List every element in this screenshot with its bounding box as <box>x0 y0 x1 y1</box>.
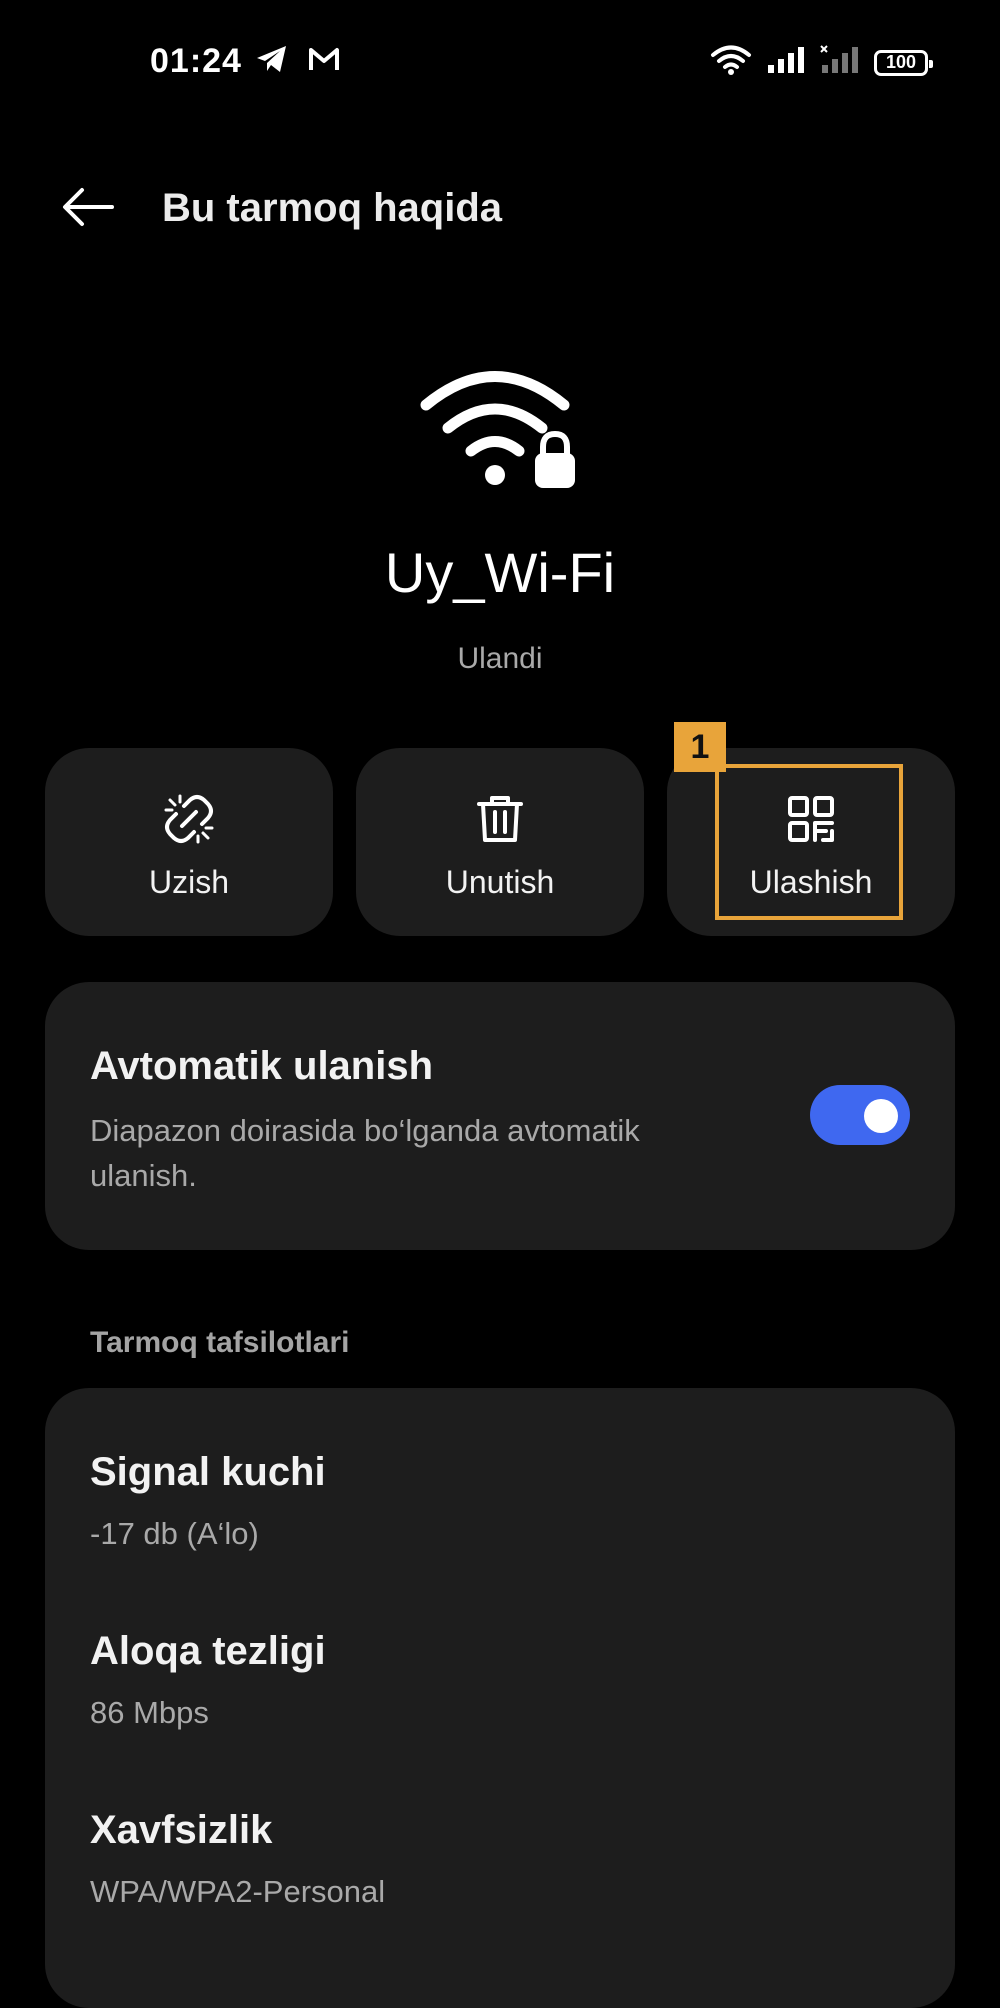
section-header-network-details: Tarmoq tafsilotlari <box>90 1326 350 1359</box>
forget-label: Unutish <box>445 863 555 900</box>
share-button[interactable]: Ulashish <box>667 748 955 936</box>
auto-connect-toggle[interactable] <box>810 1085 910 1145</box>
signal-strength-title: Signal kuchi <box>90 1450 326 1494</box>
gmail-icon <box>307 45 341 78</box>
toggle-knob <box>864 1099 898 1133</box>
wifi-lock-icon <box>418 370 588 495</box>
signal-nosim-icon <box>820 45 860 80</box>
link-speed-title: Aloqa tezligi <box>90 1629 326 1673</box>
disconnect-button[interactable]: Uzish <box>45 748 333 936</box>
telegram-icon <box>255 44 289 79</box>
page-title: Bu tarmoq haqida <box>162 186 503 230</box>
signal-icon <box>766 45 806 80</box>
status-icons-right: 100 <box>710 44 933 81</box>
status-icons-left <box>255 44 341 79</box>
battery-icon: 100 <box>874 49 933 76</box>
security-title: Xavfsizlik <box>90 1808 273 1852</box>
wifi-icon <box>710 44 752 81</box>
network-status: Ulandi <box>457 642 543 675</box>
qr-code-icon <box>784 792 838 846</box>
forget-button[interactable]: Unutish <box>356 748 644 936</box>
unlink-icon <box>162 792 216 846</box>
arrow-left-icon <box>60 188 116 233</box>
trash-icon <box>473 792 527 846</box>
link-speed-value: 86 Mbps <box>90 1695 209 1730</box>
disconnect-label: Uzish <box>148 863 229 900</box>
back-button[interactable] <box>60 185 120 235</box>
status-time: 01:24 <box>150 42 242 80</box>
security-value: WPA/WPA2-Personal <box>90 1874 386 1909</box>
auto-connect-title: Avtomatik ulanish <box>90 1044 434 1088</box>
network-name: Uy_Wi-Fi <box>384 541 616 604</box>
auto-connect-description: Diapazon doirasida bo‘lganda avtomatik u… <box>90 1113 640 1193</box>
signal-strength-value: -17 db (A‘lo) <box>90 1516 259 1551</box>
share-label: Ulashish <box>749 863 873 900</box>
highlight-number-badge: 1 <box>674 722 726 772</box>
